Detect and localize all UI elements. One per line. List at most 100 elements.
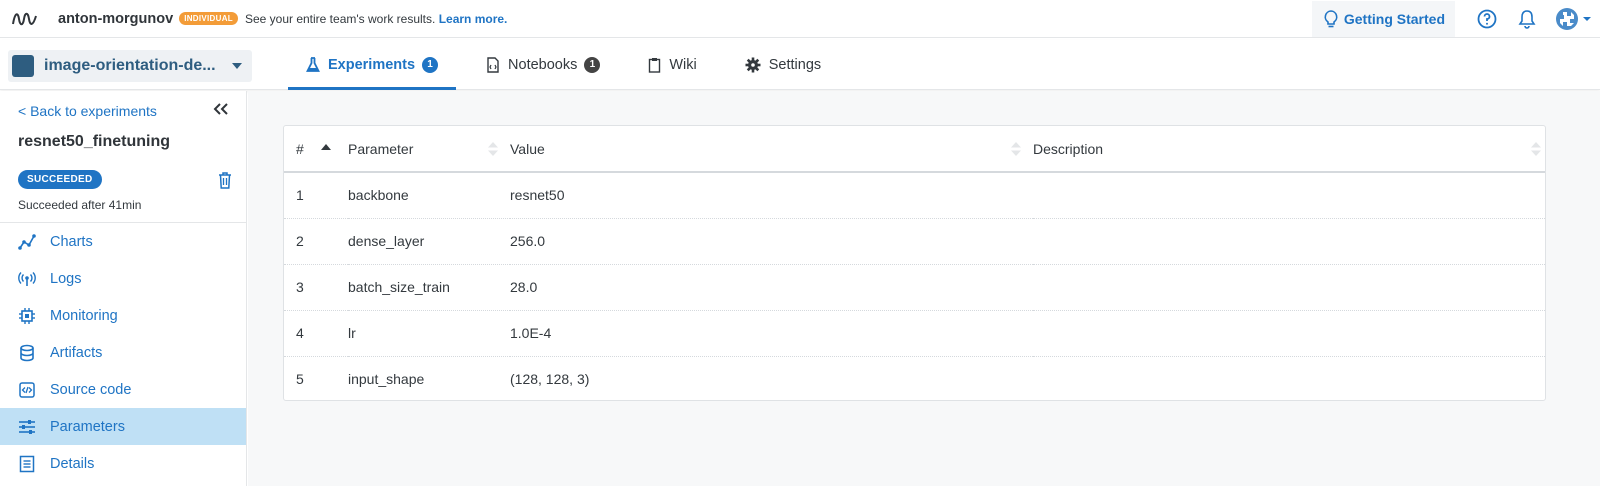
sidebar-item-artifacts[interactable]: Artifacts — [0, 334, 246, 371]
sort-icon[interactable] — [1011, 142, 1021, 156]
cell-description — [1033, 264, 1545, 310]
chip-icon — [19, 307, 35, 324]
tab-wiki[interactable]: Wiki — [630, 40, 714, 90]
cell-parameter: dense_layer — [348, 233, 425, 249]
cell-parameter: batch_size_train — [348, 279, 450, 295]
column-header-description[interactable]: Description — [1033, 126, 1545, 172]
project-name: image-orientation-de... — [44, 57, 216, 74]
sort-icon[interactable] — [488, 142, 498, 156]
parameters-table: # Parameter Value Description 1 backbone… — [284, 126, 1545, 402]
team-message-text: See your entire team's work results. — [244, 11, 436, 26]
sidebar-item-details[interactable]: Details — [0, 445, 246, 482]
table-row: 5 input_shape (128, 128, 3) — [284, 356, 1545, 402]
clipboard-icon — [649, 58, 661, 73]
sidebar-item-charts[interactable]: Charts — [0, 223, 246, 260]
tab-experiments[interactable]: Experiments 1 — [288, 40, 457, 90]
tab-experiments-label: Experiments — [328, 57, 416, 73]
status-text: Succeeded after 41min — [18, 198, 142, 212]
sidebar-item-label: Details — [50, 455, 95, 472]
sidebar-item-label: Artifacts — [50, 344, 103, 361]
neptune-logo-icon[interactable] — [12, 10, 40, 28]
sidebar-item-parameters[interactable]: Parameters — [0, 408, 246, 445]
flask-icon — [306, 57, 320, 72]
getting-started-button[interactable]: Getting Started — [1311, 1, 1455, 37]
plan-badge: INDIVIDUAL — [179, 12, 238, 25]
antenna-icon — [18, 271, 36, 286]
column-header-label: Value — [510, 140, 545, 157]
table-row: 3 batch_size_train 28.0 — [284, 264, 1545, 310]
cell-value: resnet50 — [510, 187, 565, 204]
sidebar-item-logs[interactable]: Logs — [0, 260, 246, 297]
tab-settings-label: Settings — [768, 57, 822, 73]
gear-icon — [745, 57, 761, 73]
cell-num: 4 — [296, 325, 304, 341]
tab-settings[interactable]: Settings — [727, 40, 839, 90]
sidebar-item-label: Source code — [50, 381, 132, 398]
cell-parameter: lr — [348, 325, 356, 341]
user-menu[interactable] — [1555, 7, 1592, 31]
sidebar-item-source-code[interactable]: Source code — [0, 371, 246, 408]
main-content: # Parameter Value Description 1 backbone… — [248, 91, 1600, 486]
cell-value: 1.0E-4 — [510, 325, 552, 341]
collapse-sidebar-icon[interactable] — [213, 102, 229, 119]
project-selector[interactable]: image-orientation-de... — [8, 50, 252, 82]
code-file-icon — [19, 381, 35, 398]
list-icon — [19, 455, 35, 472]
cell-value: (128, 128, 3) — [510, 371, 590, 388]
table-header-row: # Parameter Value Description — [284, 126, 1545, 172]
column-header-label: # — [296, 140, 304, 157]
trash-icon[interactable] — [218, 172, 232, 192]
column-header-label: Description — [1033, 140, 1104, 157]
back-to-experiments-link[interactable]: < Back to experiments — [18, 103, 157, 119]
sidebar-item-label: Parameters — [50, 418, 125, 435]
sidebar-item-monitoring[interactable]: Monitoring — [0, 297, 246, 334]
cell-value: 28.0 — [510, 279, 538, 295]
chevron-down-icon — [232, 63, 242, 69]
tab-notebooks-label: Notebooks — [508, 57, 578, 73]
experiment-sidebar: < Back to experiments resnet50_finetunin… — [0, 91, 247, 486]
cell-parameter: backbone — [348, 187, 409, 204]
avatar — [1556, 8, 1578, 30]
sidebar-item-label: Logs — [50, 270, 82, 287]
table-row: 2 dense_layer 256.0 — [284, 218, 1545, 264]
cell-num: 2 — [296, 233, 304, 249]
notebook-icon — [487, 57, 499, 73]
cell-parameter: input_shape — [348, 371, 425, 388]
column-header-parameter[interactable]: Parameter — [348, 126, 510, 172]
status-badge: SUCCEEDED — [18, 170, 102, 189]
column-header-num[interactable]: # — [284, 126, 348, 172]
project-nav-bar: image-orientation-de... Experiments 1 No… — [0, 40, 1600, 90]
tab-experiments-count: 1 — [422, 57, 439, 73]
parameters-table-container: # Parameter Value Description 1 backbone… — [283, 125, 1546, 401]
help-icon[interactable] — [1469, 1, 1505, 37]
tab-notebooks[interactable]: Notebooks 1 — [468, 40, 618, 90]
top-bar: anton-morgunov INDIVIDUAL See your entir… — [0, 0, 1600, 38]
sort-asc-icon[interactable] — [321, 144, 331, 151]
tab-notebooks-count: 1 — [584, 57, 601, 73]
table-row: 4 lr 1.0E-4 — [284, 310, 1545, 356]
chevron-down-icon — [1583, 17, 1591, 21]
sidebar-nav: Charts Logs Monitoring Artifacts Source … — [0, 222, 246, 482]
experiment-name: resnet50_finetuning — [18, 133, 171, 150]
database-icon — [20, 344, 34, 361]
org-name[interactable]: anton-morgunov — [58, 11, 173, 27]
cell-description — [1033, 310, 1545, 356]
sidebar-item-label: Monitoring — [50, 307, 118, 324]
cell-num: 5 — [296, 371, 304, 388]
cell-description — [1033, 172, 1545, 218]
getting-started-label: Getting Started — [1343, 11, 1445, 27]
cell-description — [1033, 218, 1545, 264]
column-header-label: Parameter — [348, 140, 414, 157]
project-icon — [12, 55, 34, 77]
chart-icon — [18, 233, 36, 250]
team-message: See your entire team's work results. Lea… — [245, 12, 507, 26]
tab-wiki-label: Wiki — [669, 57, 697, 73]
cell-num: 1 — [296, 187, 304, 204]
sidebar-item-label: Charts — [50, 233, 93, 250]
bell-icon[interactable] — [1509, 1, 1545, 37]
sort-icon[interactable] — [1531, 142, 1541, 156]
lightbulb-icon — [1324, 10, 1338, 28]
column-header-value[interactable]: Value — [510, 126, 1033, 172]
cell-description — [1033, 356, 1545, 402]
learn-more-link[interactable]: Learn more. — [439, 12, 508, 26]
